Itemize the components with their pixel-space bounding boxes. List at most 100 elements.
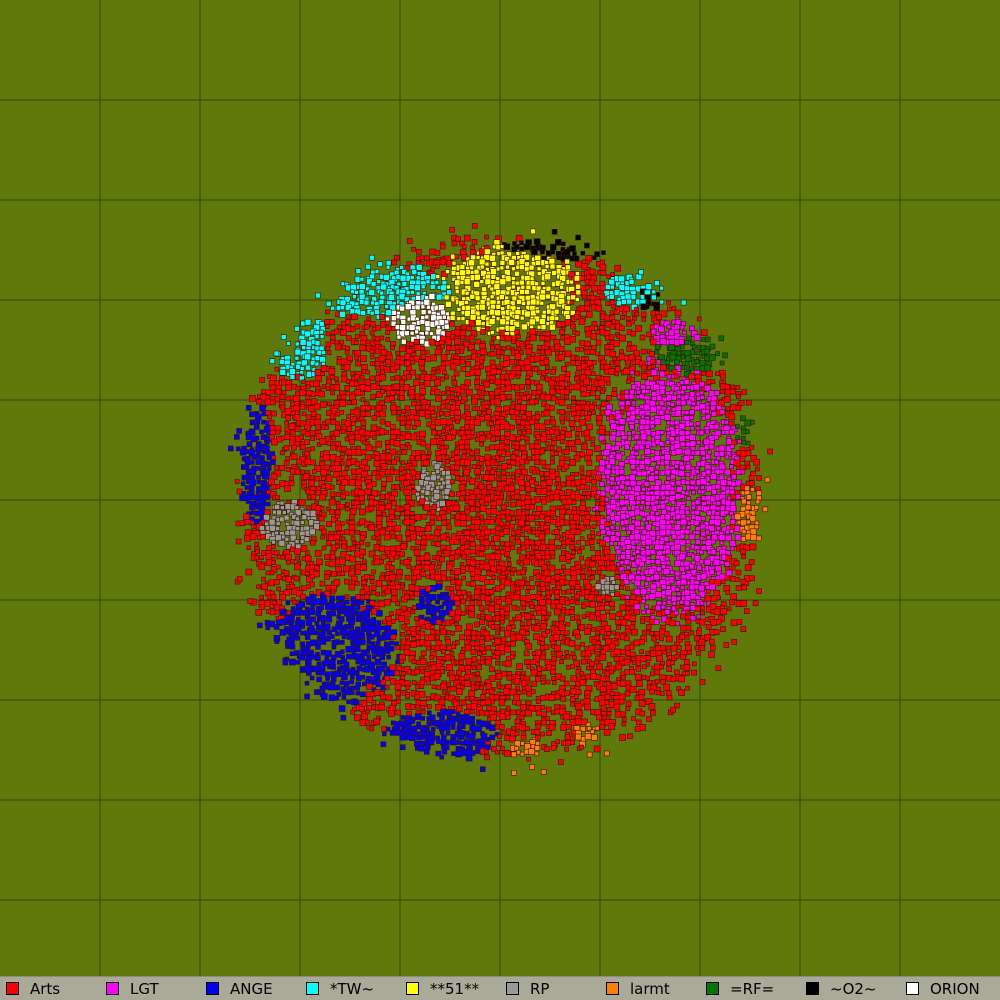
sector-square	[574, 431, 580, 437]
sector-square	[329, 431, 335, 436]
sector-square	[479, 514, 485, 520]
sector-square	[293, 563, 301, 571]
sector-square	[585, 284, 591, 290]
sector-square	[304, 571, 310, 577]
sector-square	[395, 534, 403, 542]
sector-square	[511, 276, 516, 281]
sector-square	[635, 325, 642, 332]
sector-square	[429, 593, 437, 601]
sector-square	[360, 391, 365, 396]
sector-square	[484, 390, 490, 396]
sector-square	[628, 424, 635, 431]
sector-square	[626, 379, 631, 384]
sector-square	[620, 315, 625, 320]
sector-square	[303, 473, 310, 481]
sector-square	[525, 379, 531, 385]
sector-square	[741, 439, 747, 445]
sector-square	[724, 430, 730, 435]
sector-square	[425, 574, 431, 580]
sector-square	[670, 473, 676, 480]
sector-square	[314, 369, 322, 376]
sector-square	[546, 434, 552, 441]
sector-square	[539, 470, 545, 476]
sector-square	[324, 309, 330, 315]
sector-square	[505, 546, 511, 552]
sector-square	[453, 553, 460, 560]
sector-square	[729, 464, 734, 470]
sector-square	[434, 264, 440, 269]
sector-square	[339, 503, 345, 510]
sector-square	[464, 310, 471, 317]
sector-square	[724, 574, 731, 581]
sector-square	[715, 455, 721, 461]
sector-square	[729, 518, 736, 525]
sector-square	[335, 491, 341, 497]
sector-square	[685, 435, 690, 440]
sector-square	[321, 545, 327, 551]
sector-square	[354, 334, 360, 339]
sector-square	[429, 390, 435, 396]
sector-square	[388, 565, 395, 571]
sector-square	[352, 294, 357, 300]
sector-square	[706, 549, 712, 555]
sector-square	[445, 434, 453, 442]
sector-square	[355, 569, 361, 575]
sector-square	[592, 255, 597, 260]
sector-square	[640, 348, 647, 355]
sector-square	[549, 445, 555, 451]
sector-square	[650, 559, 656, 564]
sector-square	[509, 434, 517, 442]
sector-square	[306, 494, 312, 500]
sector-square	[623, 559, 630, 565]
territory-map-canvas[interactable]	[0, 0, 1000, 976]
sector-square	[424, 373, 432, 381]
sector-square	[484, 495, 491, 503]
sector-square	[540, 586, 546, 592]
sector-square	[574, 471, 579, 477]
sector-square	[409, 455, 416, 461]
sector-square	[535, 394, 541, 400]
sector-square	[510, 454, 517, 460]
sector-square	[444, 454, 450, 460]
sector-square	[660, 583, 667, 590]
sector-square	[445, 284, 451, 290]
sector-square	[304, 353, 311, 361]
sector-square	[600, 270, 607, 276]
sector-square	[540, 281, 546, 286]
sector-square	[495, 303, 502, 310]
sector-square	[614, 536, 620, 542]
sector-square	[528, 318, 536, 326]
sector-square	[446, 289, 452, 296]
sector-square	[690, 401, 696, 407]
sector-square	[423, 459, 430, 467]
sector-square	[575, 289, 582, 296]
sector-square	[329, 554, 336, 561]
sector-square	[690, 505, 696, 511]
sector-square	[551, 270, 557, 276]
sector-square	[284, 434, 290, 440]
sector-square	[370, 281, 377, 288]
sector-square	[591, 359, 597, 365]
sector-square	[563, 449, 570, 456]
sector-square	[346, 400, 352, 406]
sector-square	[459, 594, 464, 600]
sector-square	[415, 275, 421, 281]
sector-square	[395, 476, 400, 482]
sector-square	[308, 528, 316, 536]
sector-square	[746, 500, 751, 506]
sector-square	[310, 436, 316, 441]
sector-square	[725, 590, 731, 595]
sector-square	[369, 354, 375, 360]
sector-square	[724, 419, 729, 425]
sector-square	[454, 584, 461, 591]
sector-square	[270, 389, 275, 395]
sector-square	[379, 493, 386, 500]
sector-square	[295, 603, 303, 610]
sector-square	[668, 344, 675, 351]
sector-square	[666, 401, 671, 406]
sector-square	[529, 576, 534, 581]
sector-square	[705, 370, 713, 378]
sector-square	[239, 448, 247, 456]
sector-square	[244, 464, 250, 470]
sector-square	[370, 393, 376, 400]
